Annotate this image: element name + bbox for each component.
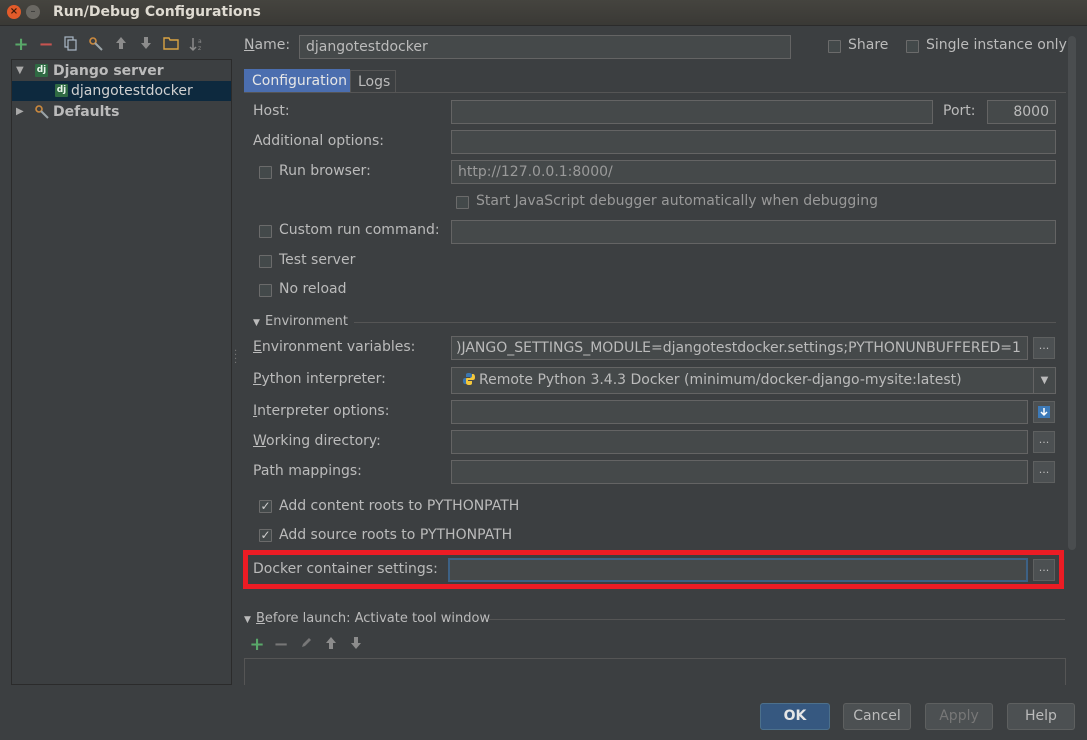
run-browser-checkbox[interactable] bbox=[259, 166, 272, 179]
splitter-handle[interactable]: · · · · bbox=[234, 347, 238, 369]
tab-logs[interactable]: Logs bbox=[350, 70, 396, 93]
docker-settings-browse-button[interactable]: ... bbox=[1033, 559, 1055, 581]
interpreter-options-label: Interpreter options: bbox=[253, 403, 390, 419]
port-input[interactable]: 8000 bbox=[987, 100, 1056, 124]
wrench-icon bbox=[34, 102, 50, 127]
working-directory-browse-button[interactable]: ... bbox=[1033, 431, 1055, 453]
custom-run-command-label: Custom run command: bbox=[279, 222, 440, 238]
window-title: Run/Debug Configurations bbox=[53, 4, 261, 20]
custom-run-command-input[interactable] bbox=[451, 220, 1056, 244]
remove-icon[interactable]: − bbox=[272, 636, 290, 654]
js-debugger-checkbox[interactable] bbox=[456, 196, 469, 209]
add-content-roots-checkbox[interactable]: ✓ bbox=[259, 500, 272, 513]
share-label: Share bbox=[848, 37, 889, 53]
name-label: Name: bbox=[244, 37, 291, 53]
docker-container-settings-label: Docker container settings: bbox=[253, 561, 438, 577]
working-directory-label: Working directory: bbox=[253, 433, 381, 449]
env-vars-browse-button[interactable]: ... bbox=[1033, 337, 1055, 359]
svg-text:a: a bbox=[198, 38, 202, 45]
title-bar: × – Run/Debug Configurations bbox=[0, 0, 1087, 26]
share-checkbox[interactable] bbox=[828, 40, 841, 53]
apply-button[interactable]: Apply bbox=[925, 703, 993, 730]
tree-item-django-server[interactable]: ▼ dj Django server bbox=[12, 61, 231, 81]
host-label: Host: bbox=[253, 103, 290, 119]
move-down-icon[interactable] bbox=[347, 636, 365, 654]
edit-icon[interactable] bbox=[297, 636, 315, 654]
tab-configuration[interactable]: Configuration bbox=[244, 69, 350, 93]
tree-item-label: Django server bbox=[53, 63, 164, 79]
env-vars-label: Environment variables: bbox=[253, 339, 416, 355]
port-label: Port: bbox=[943, 103, 976, 119]
tree-item-djangotestdocker[interactable]: dj djangotestdocker bbox=[12, 81, 231, 101]
python-icon bbox=[462, 370, 476, 385]
dropdown-arrow-icon[interactable]: ▼ bbox=[1033, 368, 1055, 393]
remove-icon[interactable]: − bbox=[37, 36, 55, 54]
python-interpreter-value: Remote Python 3.4.3 Docker (minimum/dock… bbox=[479, 372, 962, 388]
test-server-checkbox[interactable] bbox=[259, 255, 272, 268]
before-launch-toolbar: + − bbox=[248, 636, 378, 654]
section-divider bbox=[354, 322, 1056, 323]
move-down-icon[interactable] bbox=[137, 36, 155, 54]
additional-options-label: Additional options: bbox=[253, 133, 385, 149]
expand-field-button[interactable] bbox=[1033, 401, 1055, 423]
tree-item-label: djangotestdocker bbox=[71, 83, 193, 99]
before-launch-task-list[interactable] bbox=[244, 658, 1066, 685]
collapse-caret-icon[interactable]: ▶ bbox=[16, 102, 24, 122]
close-window-icon[interactable]: × bbox=[7, 5, 21, 19]
environment-section-label: Environment bbox=[265, 314, 349, 329]
tree-item-label: Defaults bbox=[53, 104, 120, 120]
svg-text:z: z bbox=[198, 45, 201, 52]
python-interpreter-label: Python interpreter: bbox=[253, 371, 386, 387]
working-directory-input[interactable] bbox=[451, 430, 1028, 454]
folder-icon[interactable] bbox=[162, 36, 180, 54]
path-mappings-input[interactable] bbox=[451, 460, 1028, 484]
vertical-scrollbar[interactable] bbox=[1068, 36, 1076, 550]
edit-defaults-icon[interactable] bbox=[87, 36, 105, 54]
no-reload-checkbox[interactable] bbox=[259, 284, 272, 297]
run-browser-label: Run browser: bbox=[279, 163, 371, 179]
django-icon: dj bbox=[55, 84, 68, 97]
move-up-icon[interactable] bbox=[112, 36, 130, 54]
expand-caret-icon[interactable]: ▼ bbox=[16, 61, 24, 81]
add-content-roots-label: Add content roots to PYTHONPATH bbox=[279, 498, 520, 514]
test-server-label: Test server bbox=[279, 252, 356, 268]
environment-collapse-icon[interactable]: ▼ bbox=[253, 318, 260, 328]
single-instance-checkbox[interactable] bbox=[906, 40, 919, 53]
copy-icon[interactable] bbox=[62, 36, 80, 54]
path-mappings-browse-button[interactable]: ... bbox=[1033, 461, 1055, 483]
tree-item-defaults[interactable]: ▶ Defaults bbox=[12, 102, 231, 122]
add-source-roots-checkbox[interactable]: ✓ bbox=[259, 529, 272, 542]
add-icon[interactable]: + bbox=[12, 36, 30, 54]
before-launch-collapse-icon[interactable]: ▼ bbox=[244, 615, 251, 625]
custom-run-command-checkbox[interactable] bbox=[259, 225, 272, 238]
add-icon[interactable]: + bbox=[248, 636, 266, 654]
run-browser-url-input[interactable]: http://127.0.0.1:8000/ bbox=[451, 160, 1056, 184]
docker-container-settings-input[interactable] bbox=[448, 558, 1028, 582]
additional-options-input[interactable] bbox=[451, 130, 1056, 154]
before-launch-label: Before launch: Activate tool window bbox=[256, 611, 491, 626]
python-interpreter-select[interactable]: Remote Python 3.4.3 Docker (minimum/dock… bbox=[451, 367, 1056, 394]
env-vars-input[interactable]: )JANGO_SETTINGS_MODULE=djangotestdocker.… bbox=[451, 336, 1028, 360]
config-tree-toolbar: + − az bbox=[12, 36, 232, 56]
host-input[interactable] bbox=[451, 100, 933, 124]
help-button[interactable]: Help bbox=[1007, 703, 1075, 730]
move-up-icon[interactable] bbox=[322, 636, 340, 654]
ok-button[interactable]: OK bbox=[760, 703, 830, 730]
add-source-roots-label: Add source roots to PYTHONPATH bbox=[279, 527, 513, 543]
path-mappings-label: Path mappings: bbox=[253, 463, 362, 479]
no-reload-label: No reload bbox=[279, 281, 347, 297]
sort-icon[interactable]: az bbox=[188, 36, 206, 54]
django-icon: dj bbox=[35, 64, 48, 77]
cancel-button[interactable]: Cancel bbox=[843, 703, 911, 730]
expand-icon bbox=[1038, 406, 1050, 418]
js-debugger-label: Start JavaScript debugger automatically … bbox=[476, 193, 878, 209]
name-input[interactable]: djangotestdocker bbox=[299, 35, 791, 59]
config-tree: ▼ dj Django server dj djangotestdocker ▶… bbox=[11, 59, 232, 685]
interpreter-options-input[interactable] bbox=[451, 400, 1028, 424]
minimize-window-icon[interactable]: – bbox=[26, 5, 40, 19]
section-divider bbox=[488, 619, 1065, 620]
single-instance-label: Single instance only bbox=[926, 37, 1067, 53]
